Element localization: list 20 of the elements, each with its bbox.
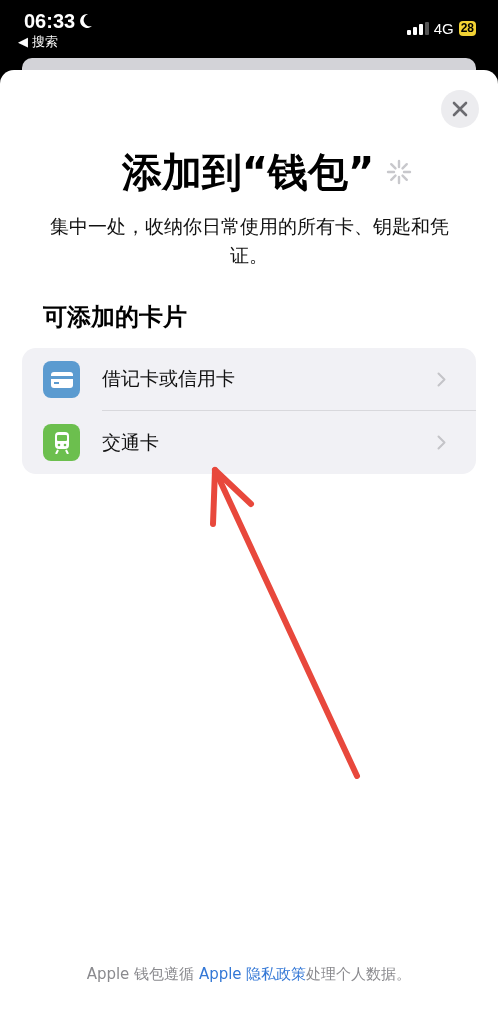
close-icon xyxy=(452,101,468,117)
privacy-policy-link[interactable]: Apple 隐私政策 xyxy=(198,965,307,983)
item-label: 借记卡或信用卡 xyxy=(102,366,235,391)
moon-icon xyxy=(79,13,94,29)
chevron-icon xyxy=(437,371,446,387)
sheet-subtitle: 集中一处，收纳你日常使用的所有卡、钥匙和凭证。 xyxy=(48,214,450,268)
signal-icon xyxy=(406,22,429,35)
back-link[interactable]: ◀ 搜索 xyxy=(18,32,94,52)
loading-spinner-icon xyxy=(386,159,413,185)
privacy-note: Apple 钱包遵循 Apple 隐私政策处理个人数据。 xyxy=(85,965,413,984)
chevron-icon xyxy=(437,435,446,450)
close-button[interactable] xyxy=(441,90,479,128)
network-label: 4G xyxy=(433,20,454,37)
item-label: 交通卡 xyxy=(102,429,159,455)
status-time: 06:33 xyxy=(24,10,76,32)
sheet-title: 添加到“钱包” xyxy=(121,148,375,197)
section-heading: 可添加的卡片 xyxy=(43,302,188,333)
list-item[interactable]: 交通卡 xyxy=(22,411,476,474)
battery-indicator: 28 xyxy=(458,21,476,36)
list-item[interactable]: 借记卡或信用卡 xyxy=(22,348,476,411)
